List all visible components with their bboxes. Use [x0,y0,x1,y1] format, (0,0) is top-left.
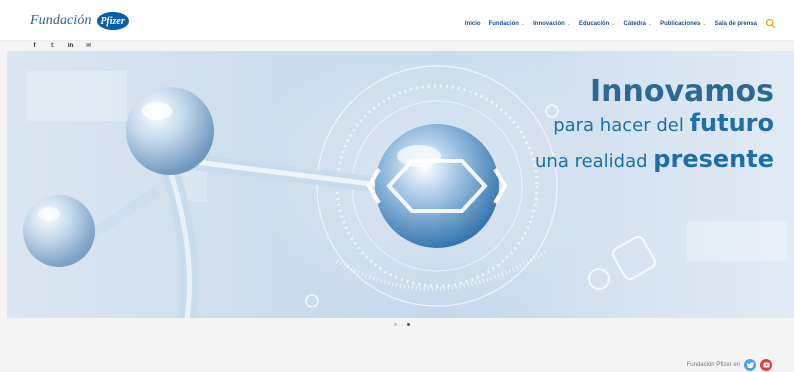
hero-subtitle-line2: una realidad presente [535,145,774,173]
nav-item-inicio[interactable]: Inicio [465,21,481,27]
nav-item-sala-de-prensa[interactable]: Sala de prensa [715,21,757,27]
nav-item-catedra[interactable]: Cátedra ⌄ [624,21,653,27]
carousel-pagination [394,323,410,326]
search-icon[interactable] [765,18,776,29]
hero-subtitle-line1: para hacer del futuro [553,109,774,137]
carousel-dot[interactable] [394,323,397,326]
facebook-icon[interactable]: f [31,43,38,49]
header: Fundación Pfizer Inicio Fundación ⌄ Innov… [0,0,794,41]
social-footer: Fundación Pfizer en [687,359,772,371]
social-links: f 𝕥 in ✉ [31,42,92,50]
main-nav: Inicio Fundación ⌄ Innovación ⌄ Educación ⌄… [465,18,776,29]
nav-label: Publicaciones [660,20,701,27]
nav-item-innovacion[interactable]: Innovación ⌄ [533,21,571,27]
chevron-down-icon: ⌄ [611,20,616,27]
nav-item-publicaciones[interactable]: Publicaciones ⌄ [660,21,707,27]
logo-text: Fundación [30,13,92,28]
nav-item-fundacion[interactable]: Fundación ⌄ [489,21,526,27]
hero-text-strong: presente [653,145,774,173]
email-icon[interactable]: ✉ [85,42,92,49]
hero-text-light: una realidad [535,151,654,172]
social-footer-label: Fundación Pfizer en [686,362,740,368]
twitter-icon[interactable] [744,359,756,371]
youtube-icon[interactable] [760,359,772,371]
nav-label: Inicio [464,20,481,27]
hero-text-light: para hacer del [553,115,690,136]
nav-item-educacion[interactable]: Educación ⌄ [579,21,616,27]
nav-label: Educación [578,20,610,27]
linkedin-icon[interactable]: in [67,43,74,49]
chevron-down-icon: ⌄ [647,20,653,27]
hero-banner[interactable]: Innovamos para hacer del futuro una real… [7,51,794,318]
nav-label: Cátedra [623,20,646,27]
chevron-down-icon: ⌄ [566,20,571,27]
nav-label: Fundación [488,20,519,27]
chevron-down-icon: ⌄ [520,20,526,27]
twitter-icon[interactable]: 𝕥 [49,42,56,49]
hero-text-strong: futuro [689,109,774,137]
pfizer-logo-badge: Pfizer [96,12,129,30]
hero-title: Innovamos [589,74,774,109]
nav-label: Innovación [533,20,565,27]
nav-label: Sala de prensa [714,20,757,27]
chevron-down-icon: ⌄ [702,20,707,27]
logo[interactable]: Fundación Pfizer [30,9,129,33]
carousel-dot-active[interactable] [407,323,410,326]
